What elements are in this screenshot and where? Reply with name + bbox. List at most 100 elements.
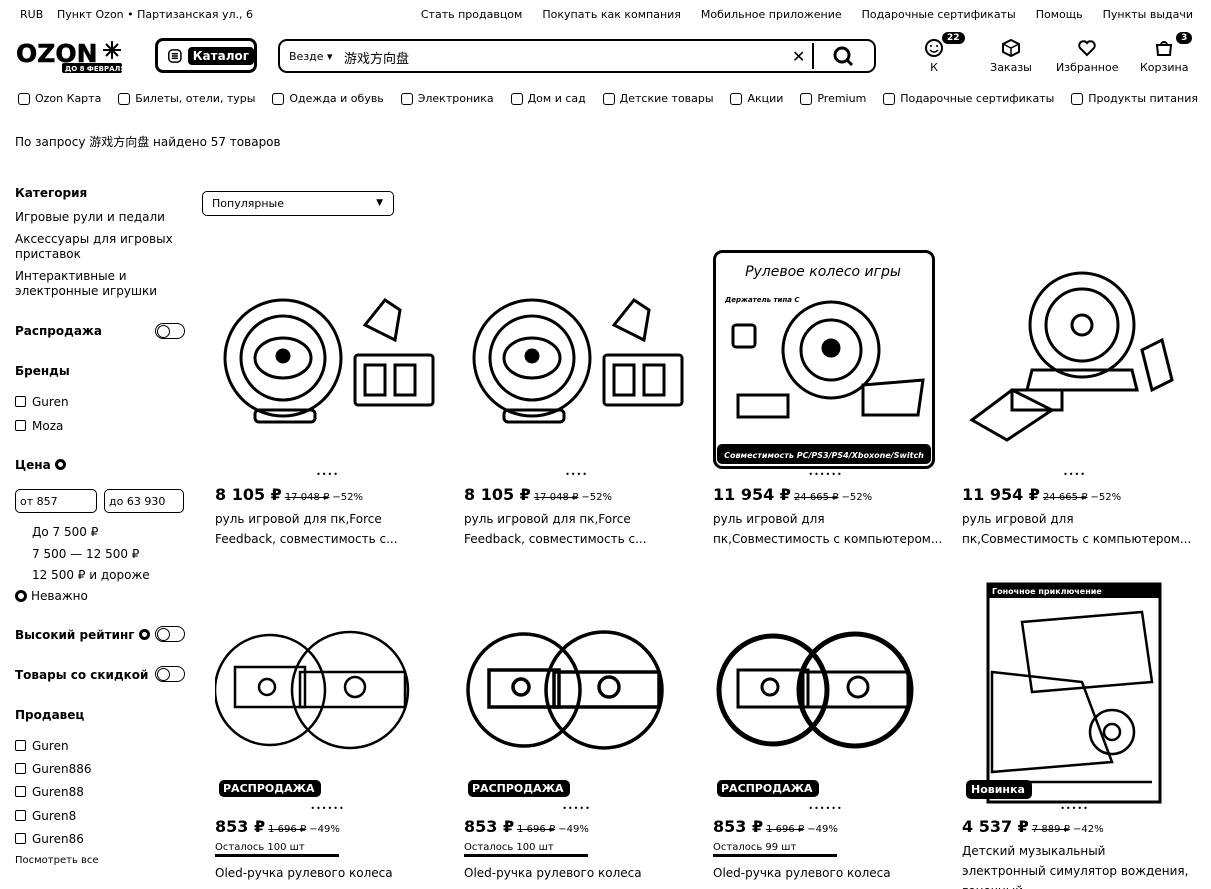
checkbox[interactable] <box>15 763 26 774</box>
image-carousel-dots[interactable]: •••• <box>215 470 440 479</box>
seller-option[interactable]: Guren886 <box>15 762 91 776</box>
become-seller-link[interactable]: Стать продавцом <box>421 8 522 21</box>
seller-option[interactable]: Guren86 <box>15 832 84 846</box>
currency-selector[interactable]: RUB <box>20 8 43 21</box>
chevron-down-icon: ▼ <box>376 198 383 208</box>
category-link[interactable]: Аксессуары для игровых приставок <box>15 232 175 262</box>
seller-label: Guren88 <box>32 785 84 799</box>
product-price: 11 954 ₽24 665 ₽ −52% <box>713 485 872 504</box>
search-icon <box>833 46 854 67</box>
product-image[interactable]: Рулевое колесо игры Держатель типа С Сов… <box>713 250 938 475</box>
gift-cards-link[interactable]: Подарочные сертификаты <box>862 8 1016 21</box>
product-title[interactable]: Oled-ручка рулевого колеса <box>713 863 943 883</box>
nav-travel[interactable]: Билеты, отели, туры <box>118 92 255 105</box>
category-link[interactable]: Интерактивные и электронные игрушки <box>15 269 175 299</box>
info-icon[interactable] <box>54 459 66 470</box>
sale-toggle[interactable] <box>155 323 185 339</box>
brand-option[interactable]: Guren <box>15 395 69 409</box>
crown-icon <box>800 92 813 105</box>
nav-label: Акции <box>747 92 784 105</box>
buy-as-company-link[interactable]: Покупать как компания <box>542 8 681 21</box>
image-carousel-dots[interactable]: •••••• <box>713 470 938 479</box>
nav-home[interactable]: Дом и сад <box>510 92 586 105</box>
image-carousel-dots[interactable]: •••••• <box>713 804 938 813</box>
product-title[interactable]: Oled-ручка рулевого колеса <box>464 863 694 883</box>
product-image[interactable] <box>962 250 1187 475</box>
nav-kids[interactable]: Детские товары <box>602 92 714 105</box>
seller-option[interactable]: Guren8 <box>15 809 76 823</box>
brand-option[interactable]: Moza <box>15 419 63 433</box>
box-icon <box>1002 38 1020 58</box>
current-price: 11 954 ₽ <box>962 485 1040 504</box>
mobile-app-link[interactable]: Мобильное приложение <box>701 8 842 21</box>
image-carousel-dots[interactable]: ••••• <box>464 804 689 813</box>
high-rating-toggle[interactable] <box>155 626 185 642</box>
product-title[interactable]: руль игровой для пк,Force Feedback, совм… <box>464 509 694 549</box>
current-price: 11 954 ₽ <box>713 485 791 504</box>
cart-button[interactable]: Корзина 3 <box>1140 32 1193 74</box>
product-price: 4 537 ₽7 889 ₽ −42% <box>962 817 1104 836</box>
seller-option[interactable]: Guren <box>15 739 69 753</box>
pickup-point-link[interactable]: Пункт Ozon • Партизанская ул., 6 <box>57 8 253 21</box>
cart-label: Корзина <box>1140 61 1189 74</box>
checkbox[interactable] <box>15 810 26 821</box>
image-carousel-dots[interactable]: ••••• <box>962 804 1187 813</box>
product-image[interactable] <box>713 582 938 807</box>
nav-gift-cards[interactable]: Подарочные сертификаты <box>883 92 1054 105</box>
nav-food[interactable]: Продукты питания <box>1071 92 1198 105</box>
product-title[interactable]: руль игровой для пк,Force Feedback, совм… <box>215 509 445 549</box>
checkbox[interactable] <box>15 786 26 797</box>
nav-premium[interactable]: Premium <box>800 92 866 105</box>
help-link[interactable]: Помощь <box>1036 8 1083 21</box>
sort-dropdown[interactable]: Популярные ▼ <box>202 191 394 216</box>
price-to-input[interactable]: до 63 930 <box>104 489 184 513</box>
product-image[interactable]: Гоночное приключение <box>962 582 1187 807</box>
catalog-button[interactable]: Каталог <box>155 38 257 73</box>
product-image[interactable] <box>464 582 689 807</box>
info-icon[interactable] <box>138 629 150 640</box>
image-carousel-dots[interactable]: •••• <box>464 470 689 479</box>
product-price: 8 105 ₽17 048 ₽ −52% <box>215 485 363 504</box>
product-title[interactable]: руль игровой для пк,Совместимость с комп… <box>962 509 1192 549</box>
nav-label: Одежда и обувь <box>289 92 384 105</box>
discount-toggle[interactable] <box>155 666 185 682</box>
product-title[interactable]: Детский музыкальный электронный симулято… <box>962 841 1192 889</box>
orders-button[interactable]: Заказы <box>988 38 1034 74</box>
product-image[interactable] <box>215 582 440 807</box>
product-image[interactable] <box>464 250 689 475</box>
account-button[interactable]: К 22 <box>922 32 965 74</box>
search-bar: Везде ▾ ✕ <box>278 39 876 73</box>
checkbox[interactable] <box>15 420 26 431</box>
image-carousel-dots[interactable]: •••• <box>962 470 1187 479</box>
price-option[interactable]: До 7 500 ₽ <box>32 525 98 539</box>
radio-selected-icon <box>15 590 27 602</box>
price-option[interactable]: 12 500 ₽ и дороже <box>32 568 150 582</box>
nav-clothing[interactable]: Одежда и обувь <box>272 92 384 105</box>
price-from-input[interactable]: от 857 <box>15 489 97 513</box>
image-carousel-dots[interactable]: •••••• <box>215 804 440 813</box>
search-scope-label: Везде <box>289 50 324 63</box>
ozon-logo[interactable]: OZON ДО 8 ФЕВРАЛЯ <box>16 38 126 74</box>
price-option-selected[interactable]: Неважно <box>15 589 88 603</box>
search-button[interactable] <box>812 43 872 69</box>
search-scope-dropdown[interactable]: Везде ▾ <box>289 50 333 63</box>
account-label: К <box>930 61 938 74</box>
favorites-button[interactable]: Избранное <box>1056 38 1118 74</box>
nav-electronics[interactable]: Электроника <box>400 92 494 105</box>
price-option[interactable]: 7 500 — 12 500 ₽ <box>32 547 139 561</box>
nav-ozon-card[interactable]: Ozon Карта <box>18 92 101 105</box>
pickup-points-link[interactable]: Пункты выдачи <box>1103 8 1193 21</box>
checkbox[interactable] <box>15 740 26 751</box>
seller-option[interactable]: Guren88 <box>15 785 84 799</box>
product-title[interactable]: руль игровой для пк,Совместимость с комп… <box>713 509 943 549</box>
product-title[interactable]: Oled-ручка рулевого колеса <box>215 863 445 883</box>
product-image[interactable] <box>215 250 440 475</box>
current-price: 4 537 ₽ <box>962 817 1029 836</box>
checkbox[interactable] <box>15 833 26 844</box>
search-input[interactable] <box>344 48 784 66</box>
category-link[interactable]: Игровые рули и педали <box>15 210 175 224</box>
checkbox[interactable] <box>15 396 26 407</box>
clear-search-icon[interactable]: ✕ <box>792 47 805 66</box>
show-all-sellers-link[interactable]: Посмотреть все <box>15 855 99 866</box>
nav-promo[interactable]: Акции <box>730 92 783 105</box>
